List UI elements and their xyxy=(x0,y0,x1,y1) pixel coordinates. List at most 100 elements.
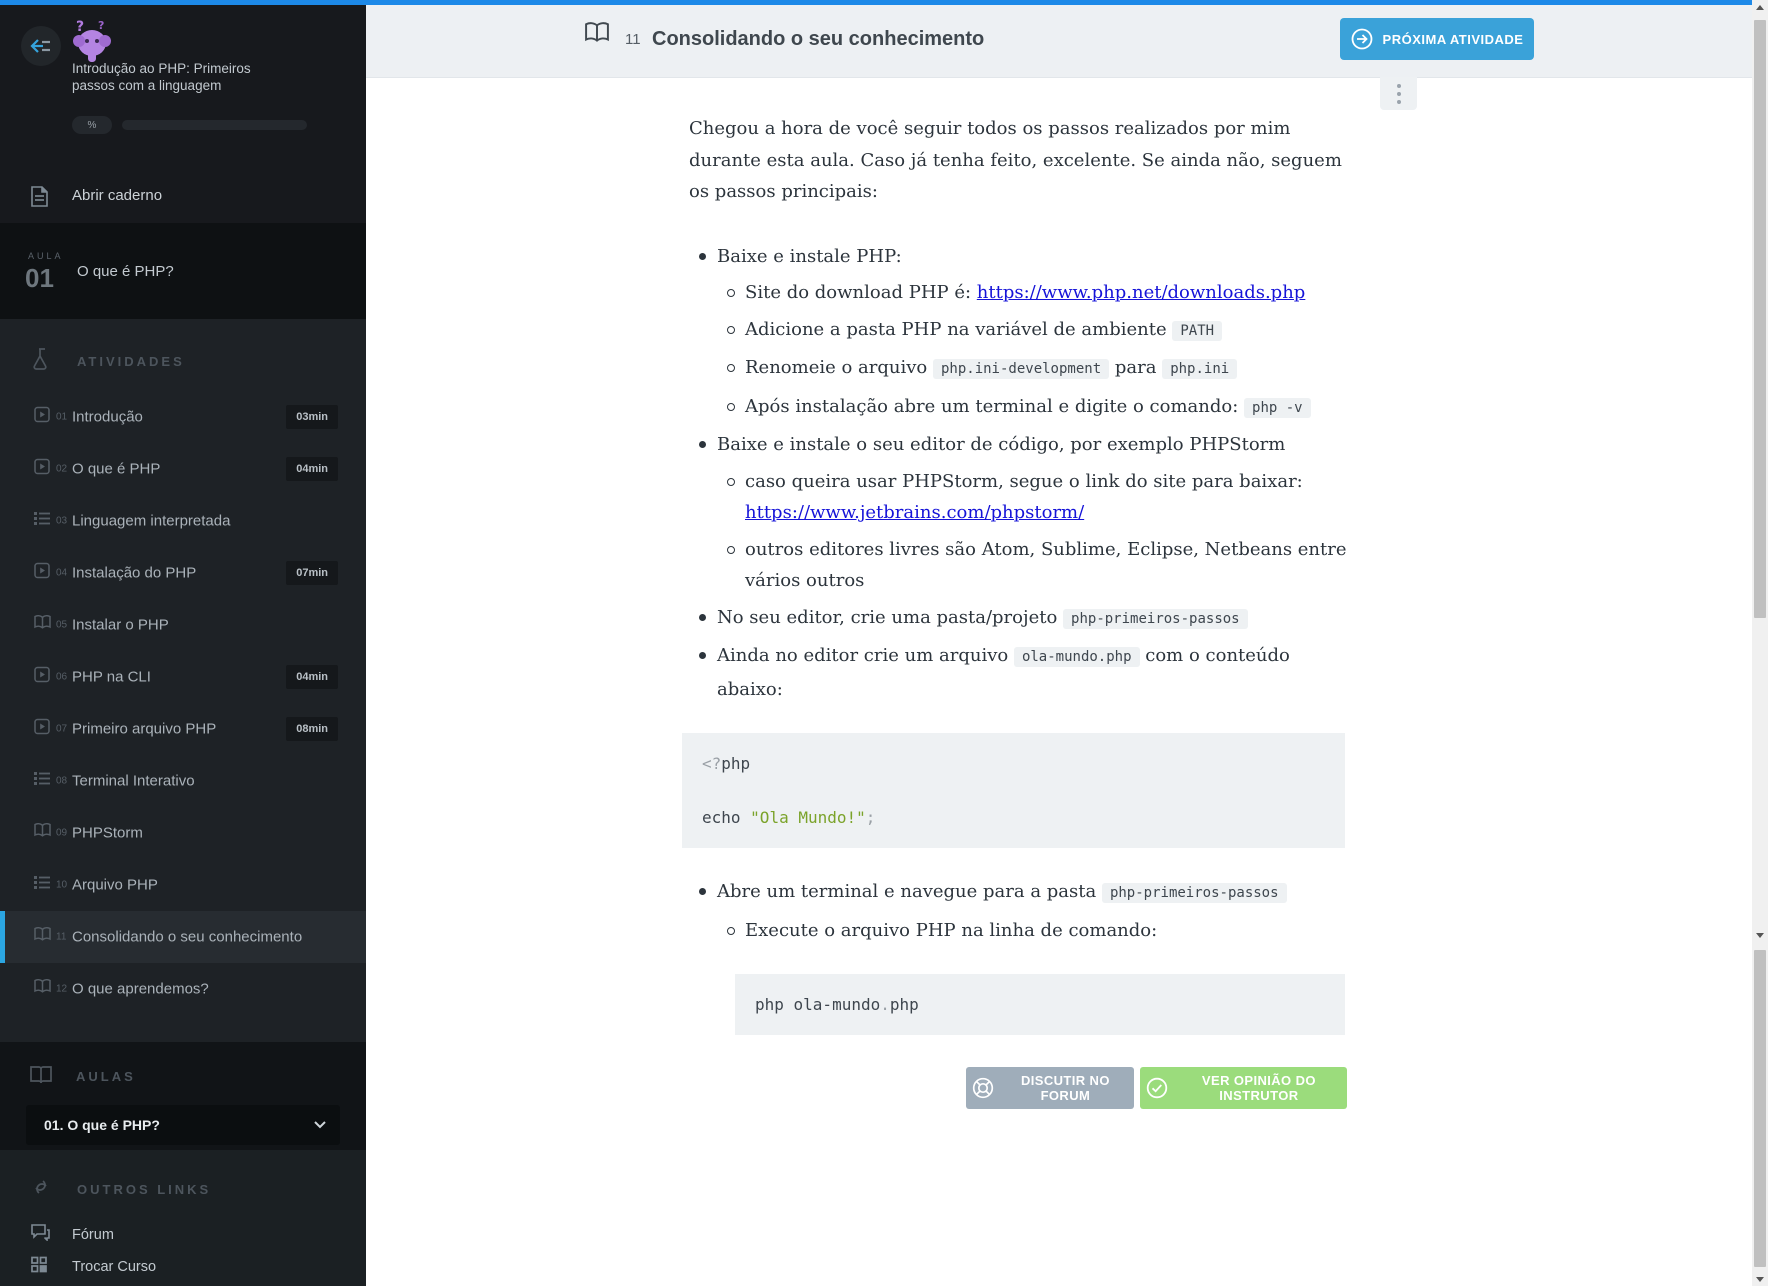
scroll-down-arrow-inner[interactable] xyxy=(1752,928,1768,942)
sub-bullet-item: Execute o arquivo PHP na linha de comand… xyxy=(689,915,1347,947)
scrollbar-thumb[interactable] xyxy=(1754,20,1766,618)
video-icon xyxy=(34,459,50,480)
bullet-marker xyxy=(727,326,735,334)
other-links-header: OUTROS LINKS xyxy=(77,1182,211,1197)
open-notebook-button[interactable]: Abrir caderno xyxy=(0,173,366,223)
lesson-select[interactable]: 01. O que é PHP? xyxy=(26,1105,340,1145)
activity-item-09[interactable]: 09PHPStorm xyxy=(0,807,366,859)
activity-duration-badge: 08min xyxy=(286,717,338,741)
activity-item-label: Instalar o PHP xyxy=(72,617,169,634)
bullet-marker xyxy=(699,253,706,260)
aulas-header: AULAS xyxy=(76,1069,136,1084)
activity-item-02[interactable]: 02O que é PHP04min xyxy=(0,443,366,495)
content-link[interactable]: https://www.jetbrains.com/phpstorm/ xyxy=(745,502,1084,523)
discuss-forum-label: DISCUTIR NO FORUM xyxy=(1003,1073,1128,1103)
svg-text:?: ? xyxy=(98,19,104,32)
activity-item-label: Introdução xyxy=(72,409,143,426)
course-title: Introdução ao PHP: Primeiros passos com … xyxy=(72,60,312,94)
activity-item-01[interactable]: 01Introdução03min xyxy=(0,391,366,443)
instructor-opinion-label: VER OPINIÃO DO INSTRUTOR xyxy=(1177,1073,1341,1103)
lesson-select-value: 01. O que é PHP? xyxy=(44,1117,160,1133)
activity-item-04[interactable]: 04 Instalação do PHP 07min xyxy=(0,547,366,599)
activity-item-05[interactable]: 05 Instalar o PHP xyxy=(0,599,366,651)
open-book-icon xyxy=(30,1064,52,1089)
activity-header: 11 Consolidando o seu conhecimento PRÓXI… xyxy=(366,5,1752,78)
link-icon xyxy=(30,1176,52,1203)
activities-section: ATIVIDADES 01Introdução03min02O que é PH… xyxy=(0,319,366,1042)
activity-item-number: 08 xyxy=(56,776,67,787)
bullet-item: Abre um terminal e navegue para a pasta … xyxy=(689,876,1347,910)
scroll-down-arrow[interactable] xyxy=(1752,1272,1768,1286)
main-panel: 11 Consolidando o seu conhecimento PRÓXI… xyxy=(366,5,1752,1286)
inline-code: php.ini-development xyxy=(933,359,1109,379)
activity-duration-badge: 03min xyxy=(286,405,338,429)
activity-item-label: Terminal Interativo xyxy=(72,773,195,790)
code-block: php ola-mundo.php xyxy=(735,974,1345,1035)
code-block: <?php echo "Ola Mundo!"; xyxy=(682,733,1345,848)
activity-item-08[interactable]: 08 Terminal Interativo xyxy=(0,755,366,807)
current-lesson-banner[interactable]: AULA 01 O que é PHP? xyxy=(0,223,366,319)
switch-course-link[interactable]: Trocar Curso xyxy=(0,1250,366,1284)
activity-title: Consolidando o seu conhecimento xyxy=(652,28,984,51)
course-player-window: ? ? Introdução ao PHP: Primeiros passos … xyxy=(0,0,1768,1286)
sidebar-course-header: ? ? Introdução ao PHP: Primeiros passos … xyxy=(0,5,366,223)
activity-item-10[interactable]: 10Arquivo PHP xyxy=(0,859,366,911)
activity-item-label: Primeiro arquivo PHP xyxy=(72,721,216,738)
list-icon xyxy=(34,771,50,791)
activity-book-icon xyxy=(585,22,609,49)
bullet-item: Baixe e instale PHP: xyxy=(689,241,1347,273)
instructor-opinion-button[interactable]: VER OPINIÃO DO INSTRUTOR xyxy=(1140,1067,1347,1109)
lesson-kicker: AULA xyxy=(28,251,64,261)
scrollbar-thumb-lower[interactable] xyxy=(1754,950,1766,1267)
activity-item-label: Instalação do PHP xyxy=(72,565,196,582)
activity-item-03[interactable]: 03 Linguagem interpretada xyxy=(0,495,366,547)
list-icon xyxy=(34,511,50,531)
activity-item-06[interactable]: 06PHP na CLI04min xyxy=(0,651,366,703)
activity-actions: DISCUTIR NO FORUM VER OPINIÃO DO INSTRUTO… xyxy=(966,1067,1347,1109)
inline-code: php-primeiros-passos xyxy=(1063,609,1248,629)
activity-item-number: 04 xyxy=(56,568,67,579)
sub-bullet-item: Adicione a pasta PHP na variável de ambi… xyxy=(689,314,1347,348)
bullet-marker xyxy=(727,364,735,372)
svg-text:?: ? xyxy=(76,19,84,35)
activities-list: 01Introdução03min02O que é PHP04min03Lin… xyxy=(0,391,366,1015)
sidebar: ? ? Introdução ao PHP: Primeiros passos … xyxy=(0,5,366,1286)
inline-code: php.ini xyxy=(1162,359,1237,379)
more-options-button[interactable] xyxy=(1380,77,1417,110)
activity-item-12[interactable]: 12O que aprendemos? xyxy=(0,963,366,1015)
activity-item-label: Linguagem interpretada xyxy=(72,513,230,530)
collapse-arrow-icon xyxy=(30,38,52,54)
scroll-up-arrow[interactable] xyxy=(1752,0,1768,14)
activity-item-number: 03 xyxy=(56,516,67,527)
lifering-icon xyxy=(972,1077,994,1099)
aulas-section: AULAS 01. O que é PHP? xyxy=(0,1042,366,1150)
collapse-sidebar-button[interactable] xyxy=(21,26,61,66)
activity-item-number: 11 xyxy=(56,932,66,943)
inline-code: PATH xyxy=(1172,321,1222,341)
activity-duration-badge: 07min xyxy=(286,561,338,585)
next-activity-button[interactable]: PRÓXIMA ATIVIDADE xyxy=(1340,18,1534,60)
book-icon xyxy=(34,823,51,843)
bullet-item: Ainda no editor crie um arquivo ola-mund… xyxy=(689,640,1347,705)
bullet-marker xyxy=(727,403,735,411)
chevron-down-icon xyxy=(314,1116,326,1134)
sub-bullet-item: Site do download PHP é: https://www.php.… xyxy=(689,277,1347,309)
activity-item-number: 10 xyxy=(56,880,67,891)
inline-code: ola-mundo.php xyxy=(1014,647,1140,667)
activity-item-number: 05 xyxy=(56,620,67,631)
vertical-scrollbar[interactable] xyxy=(1752,0,1768,1286)
activity-duration-badge: 04min xyxy=(286,457,338,481)
sub-bullet-item: Após instalação abre um terminal e digit… xyxy=(689,391,1347,425)
forum-icon xyxy=(31,1224,50,1246)
forum-link[interactable]: Fórum xyxy=(0,1218,366,1252)
list-icon xyxy=(34,875,50,895)
activity-item-11[interactable]: 11Consolidando o seu conhecimento xyxy=(0,911,366,963)
bullet-marker xyxy=(727,927,735,935)
activity-item-label: O que é PHP xyxy=(72,461,160,478)
activity-item-number: 09 xyxy=(56,828,67,839)
activity-item-07[interactable]: 07 Primeiro arquivo PHP 08min xyxy=(0,703,366,755)
content-link[interactable]: https://www.php.net/downloads.php xyxy=(977,282,1306,303)
activity-item-number: 07 xyxy=(56,724,67,735)
discuss-forum-button[interactable]: DISCUTIR NO FORUM xyxy=(966,1067,1134,1109)
video-icon xyxy=(34,667,50,688)
